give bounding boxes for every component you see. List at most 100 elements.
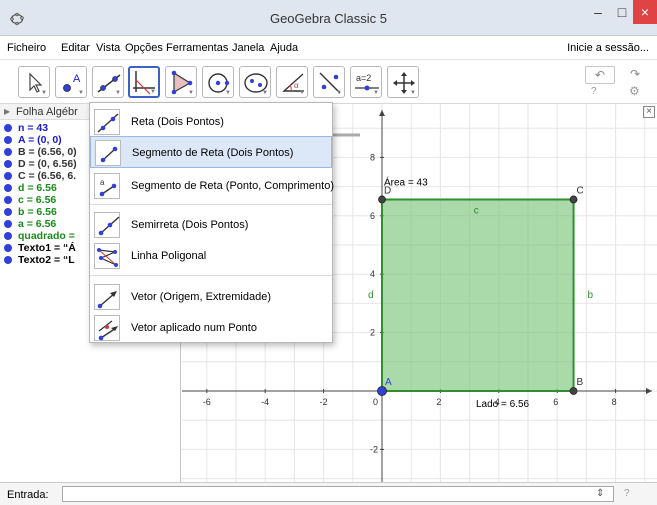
vector-from-point-icon (94, 315, 120, 341)
point-d[interactable] (378, 195, 386, 204)
menu-vista[interactable]: Vista (96, 42, 120, 54)
visibility-dot-icon[interactable] (4, 184, 12, 192)
dropdown-item[interactable]: Linha Poligonal (90, 240, 332, 272)
visibility-dot-icon[interactable] (4, 172, 12, 180)
ray-icon (94, 212, 120, 238)
svg-text:A: A (73, 73, 81, 85)
graphics-close-icon[interactable]: × (643, 106, 655, 118)
point-label: A (385, 377, 392, 388)
menu-ferramentas[interactable]: Ferramentas (166, 42, 228, 54)
x-tick-label: 6 (553, 397, 558, 407)
x-tick-label: 8 (612, 397, 617, 407)
algebra-row-text: b = 6.56 (18, 206, 57, 218)
move-view-tool-button[interactable]: ▼ (387, 66, 419, 98)
reflect-tool-button[interactable]: ▼ (313, 66, 345, 98)
point-c[interactable] (569, 195, 578, 204)
input-label: Entrada: (7, 489, 49, 501)
perpendicular-tool-button[interactable]: ▼ (128, 66, 160, 98)
y-tick-label: 2 (370, 328, 375, 338)
visibility-dot-icon[interactable] (4, 256, 12, 264)
visibility-dot-icon[interactable] (4, 148, 12, 156)
visibility-dot-icon[interactable] (4, 208, 12, 216)
side-length-text: Lado = 6.56 (476, 399, 530, 410)
slider-tool-button[interactable]: a=2 ▼ (350, 66, 382, 98)
dropdown-item[interactable]: Vetor aplicado num Ponto (90, 312, 332, 344)
point-b[interactable] (569, 387, 578, 395)
x-tick-label: 2 (436, 397, 441, 407)
y-tick-label: 8 (370, 152, 375, 162)
menu-ajuda[interactable]: Ajuda (270, 42, 298, 54)
segment-fixed-length-icon: a (94, 173, 120, 199)
algebra-row-text: quadrado = (18, 230, 75, 242)
maximize-button[interactable]: □ (611, 0, 633, 24)
menu-editar[interactable]: Editar (61, 42, 90, 54)
toolbar: ▼ A ▼ ▼ ▼ ▼ ▼ ▼ α ▼ ▼ a=2 ▼ ▼ ↶ ↷ ? ⚙ (0, 60, 657, 104)
menu-separator (90, 275, 332, 276)
sign-in-link[interactable]: Inicie a sessão... (567, 42, 649, 54)
undo-button[interactable]: ↶ (585, 66, 615, 84)
visibility-dot-icon[interactable] (4, 220, 12, 228)
input-bar: Entrada: ⇕ ? (0, 482, 657, 505)
y-axis-arrow-icon (379, 110, 385, 116)
y-tick-label: 6 (370, 211, 375, 221)
line-through-two-points-icon (94, 109, 120, 135)
minimize-button[interactable]: – (585, 0, 611, 24)
algebra-row-text: a = 6.56 (18, 218, 57, 230)
x-axis-arrow-icon (646, 388, 652, 394)
menu-ficheiro[interactable]: Ficheiro (7, 42, 46, 54)
dropdown-item-label: Reta (Dois Pontos) (131, 116, 224, 128)
move-tool-button[interactable]: ▼ (18, 66, 50, 98)
point-tool-button[interactable]: A ▼ (55, 66, 87, 98)
dropdown-item-label: Segmento de Reta (Dois Pontos) (132, 147, 294, 159)
expand-triangle-icon[interactable]: ▶ (4, 107, 10, 116)
dropdown-item[interactable]: Semirreta (Dois Pontos) (90, 209, 332, 241)
vector-icon (94, 284, 120, 310)
visibility-dot-icon[interactable] (4, 196, 12, 204)
side-label: c (474, 205, 479, 216)
y-tick-label: 4 (370, 269, 375, 279)
angle-tool-button[interactable]: α ▼ (276, 66, 308, 98)
circle-tool-button[interactable]: ▼ (202, 66, 234, 98)
square-polygon[interactable] (381, 198, 575, 392)
algebra-row-text: Texto1 = “Á (18, 242, 76, 254)
polygon-tool-button[interactable]: ▼ (165, 66, 197, 98)
input-field[interactable] (62, 486, 614, 502)
visibility-dot-icon[interactable] (4, 160, 12, 168)
dropdown-item[interactable]: Segmento de Reta (Dois Pontos) (90, 136, 332, 168)
point-label: C (577, 185, 584, 196)
algebra-row-text: D = (0, 6.56) (18, 158, 77, 170)
redo-button[interactable]: ↷ (620, 66, 650, 84)
side-label: b (588, 290, 594, 301)
visibility-dot-icon[interactable] (4, 136, 12, 144)
visibility-dot-icon[interactable] (4, 232, 12, 240)
input-history-icon[interactable]: ⇕ (596, 488, 604, 499)
algebra-row-text: Texto2 = “L (18, 254, 75, 266)
dropdown-item[interactable]: a Segmento de Reta (Ponto, Comprimento) (90, 170, 334, 202)
dropdown-item-label: Semirreta (Dois Pontos) (131, 219, 249, 231)
dropdown-item[interactable]: Vetor (Origem, Extremidade) (90, 281, 332, 313)
gear-icon[interactable]: ⚙ (629, 84, 640, 98)
menu-opcoes[interactable]: Opções (125, 42, 163, 54)
algebra-row-text: n = 43 (18, 122, 49, 134)
visibility-dot-icon[interactable] (4, 124, 12, 132)
polyline-icon (94, 243, 120, 269)
input-help-icon[interactable]: ? (624, 488, 630, 499)
algebra-row-text: d = 6.56 (18, 182, 57, 194)
visibility-dot-icon[interactable] (4, 244, 12, 252)
dropdown-item[interactable]: Reta (Dois Pontos) (90, 106, 332, 138)
algebra-row-text: c = 6.56 (18, 194, 57, 206)
x-tick-label: -4 (261, 397, 269, 407)
menu-janela[interactable]: Janela (232, 42, 264, 54)
svg-text:α: α (294, 81, 299, 90)
algebra-row-text: A = (0, 0) (18, 134, 62, 146)
help-icon[interactable]: ? (591, 86, 597, 97)
segment-two-points-icon (95, 140, 121, 166)
close-button[interactable]: × (633, 0, 657, 24)
slider-icon-text: a=2 (356, 73, 371, 83)
y-tick-label: -2 (370, 444, 378, 454)
line-tool-button[interactable]: ▼ (92, 66, 124, 98)
dropdown-item-label: Segmento de Reta (Ponto, Comprimento) (131, 180, 334, 192)
x-tick-label: -6 (203, 397, 211, 407)
conic-tool-button[interactable]: ▼ (239, 66, 271, 98)
algebra-row-text: B = (6.56, 0) (18, 146, 77, 158)
